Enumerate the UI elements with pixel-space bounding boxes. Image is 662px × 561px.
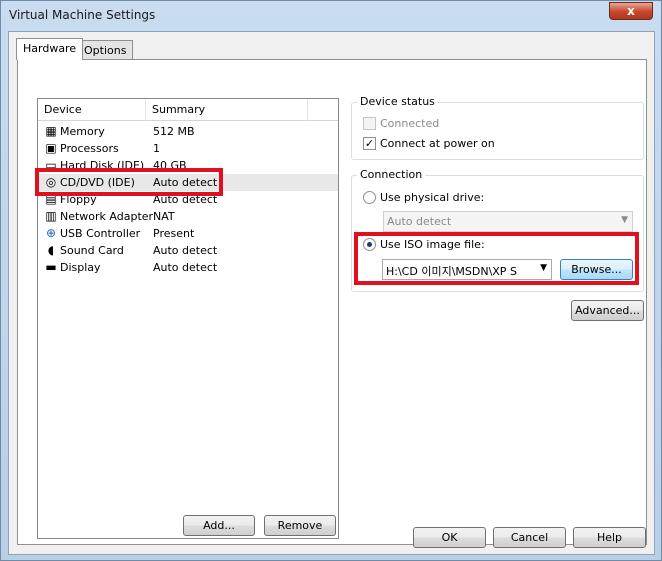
device-name: Processors [60,142,119,155]
device-name: Memory [60,125,105,138]
device-status-label: Device status [357,95,438,108]
chevron-down-icon: ▼ [540,263,547,273]
cancel-button[interactable]: Cancel [493,527,566,548]
device-name: Display [60,261,101,274]
chevron-down-icon: ▼ [621,215,628,225]
title-bar: Virtual Machine Settings x [1,1,661,31]
column-header-summary[interactable]: Summary [146,99,308,121]
hard-disk-icon: ▭ [45,158,57,172]
use-iso-image-label: Use ISO image file: [380,238,485,251]
device-row-network-adapter[interactable]: ▥ Network Adapter NAT [38,208,338,225]
physical-drive-select[interactable]: Auto detect ▼ [383,211,633,232]
device-summary: Auto detect [153,244,218,257]
connected-checkbox[interactable] [363,117,376,130]
physical-drive-value: Auto detect [387,215,452,228]
connected-label: Connected [380,117,440,130]
tab-options[interactable]: Options [77,40,134,60]
device-status-group: Device status Connected ✓ Connect at pow… [351,95,644,160]
tab-panel-hardware: Device Summary ▦ Memory 512 MB ▣ Process… [17,59,647,545]
device-summary: 1 [153,142,160,155]
device-list[interactable]: Device Summary ▦ Memory 512 MB ▣ Process… [37,98,339,539]
ok-button[interactable]: OK [413,527,486,548]
help-button[interactable]: Help [573,527,646,548]
device-row-usb-controller[interactable]: ⊕ USB Controller Present [38,225,338,242]
device-summary: Present [153,227,195,240]
device-list-header: Device Summary [38,99,338,121]
memory-icon: ▦ [45,124,57,138]
device-row-hard-disk[interactable]: ▭ Hard Disk (IDE) 40 GB [38,157,338,174]
device-name: CD/DVD (IDE) [60,176,135,189]
device-summary: Auto detect [153,193,218,206]
use-iso-image-radio[interactable] [363,238,376,251]
device-row-sound-card[interactable]: ◖ Sound Card Auto detect [38,242,338,259]
use-physical-drive-radio[interactable] [363,191,376,204]
device-row-display[interactable]: ▬ Display Auto detect [38,259,338,276]
remove-button[interactable]: Remove [264,515,336,536]
browse-button[interactable]: Browse... [560,259,633,280]
floppy-icon: ▤ [45,192,57,206]
device-summary: NAT [153,210,175,223]
device-name: Sound Card [60,244,124,257]
display-icon: ▬ [45,260,57,274]
advanced-button[interactable]: Advanced... [571,300,644,321]
connection-group: Connection Use physical drive: Auto dete… [351,168,644,292]
window-title: Virtual Machine Settings [9,8,156,22]
device-rows: ▦ Memory 512 MB ▣ Processors 1 ▭ Hard Di… [38,123,338,276]
window: Virtual Machine Settings x Hardware Opti… [0,0,662,561]
device-name: Floppy [60,193,97,206]
iso-path-combo[interactable]: H:\CD 이미지\MSDN\XP S ▼ [382,259,552,280]
tab-hardware[interactable]: Hardware [16,38,84,60]
iso-path-value: H:\CD 이미지\MSDN\XP S [386,265,517,278]
use-physical-drive-label: Use physical drive: [380,191,485,204]
device-summary: Auto detect [153,176,218,189]
device-summary: 40 GB [153,159,187,172]
connect-at-power-on-label: Connect at power on [380,137,495,150]
connect-at-power-on-checkbox[interactable]: ✓ [363,137,376,150]
device-name: USB Controller [60,227,141,240]
dialog-client: Hardware Options Device Summary ▦ Memory… [8,31,655,555]
device-row-processors[interactable]: ▣ Processors 1 [38,140,338,157]
network-adapter-icon: ▥ [45,209,57,223]
device-name: Hard Disk (IDE) [60,159,145,172]
device-name: Network Adapter [60,210,154,223]
device-row-memory[interactable]: ▦ Memory 512 MB [38,123,338,140]
usb-icon: ⊕ [45,226,57,240]
device-row-cd-dvd[interactable]: ◎ CD/DVD (IDE) Auto detect [38,174,338,191]
cd-dvd-icon: ◎ [45,175,57,189]
device-summary: 512 MB [153,125,195,138]
connection-label: Connection [357,168,426,181]
column-header-device[interactable]: Device [38,99,146,121]
add-button[interactable]: Add... [183,515,255,536]
close-button[interactable]: x [609,2,653,20]
device-row-floppy[interactable]: ▤ Floppy Auto detect [38,191,338,208]
processor-icon: ▣ [45,141,57,155]
device-summary: Auto detect [153,261,218,274]
sound-card-icon: ◖ [47,243,55,257]
